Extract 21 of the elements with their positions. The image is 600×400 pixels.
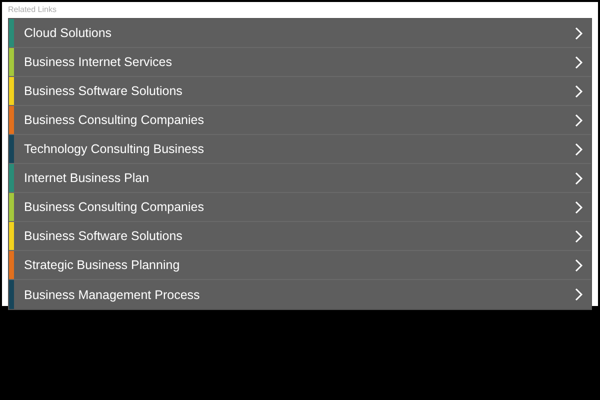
section-title: Related Links [8, 4, 56, 16]
chevron-right-icon [575, 288, 583, 301]
chevron-right-icon [575, 84, 583, 98]
chevron-right-icon [575, 200, 583, 214]
chevron-right-icon [575, 114, 583, 126]
related-link[interactable]: Cloud Solutions [9, 19, 591, 48]
related-link[interactable]: Business Software Solutions [9, 222, 591, 251]
related-link[interactable]: Strategic Business Planning [9, 251, 591, 280]
related-link[interactable]: Business Management Process [9, 280, 591, 309]
chevron-right-icon [575, 26, 583, 40]
related-link[interactable]: Internet Business Plan [9, 164, 591, 193]
chevron-right-icon [575, 172, 583, 184]
related-link[interactable]: Business Consulting Companies [9, 106, 591, 135]
related-link[interactable]: Business Internet Services [9, 48, 591, 77]
chevron-right-icon [575, 142, 583, 156]
related-link[interactable]: Business Software Solutions [9, 77, 591, 106]
related-link[interactable]: Business Consulting Companies [9, 193, 591, 222]
chevron-right-icon [575, 56, 583, 68]
chevron-right-icon [575, 258, 583, 272]
chevron-right-icon [575, 230, 583, 242]
related-link[interactable]: Technology Consulting Business [9, 135, 591, 164]
